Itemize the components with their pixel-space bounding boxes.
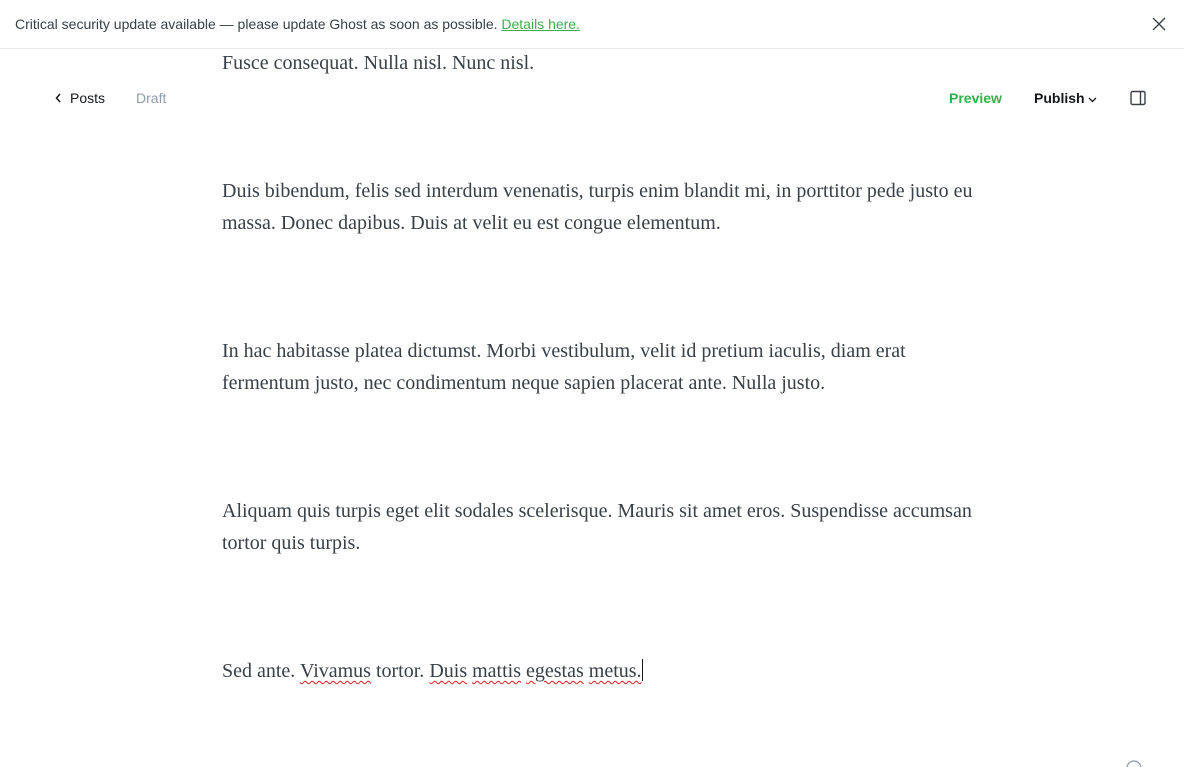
help-icon[interactable] <box>1126 760 1142 767</box>
publish-button[interactable]: Publish <box>1034 90 1097 106</box>
misspelled-word[interactable]: egestas <box>526 660 584 682</box>
text-segment: tortor. <box>370 660 430 682</box>
close-icon[interactable] <box>1152 17 1166 31</box>
misspelled-word[interactable]: Vivamus <box>300 660 371 682</box>
editor-header-left: Posts Draft <box>55 90 166 106</box>
chevron-left-icon <box>55 93 61 103</box>
paragraph-2[interactable]: Duis bibendum, felis sed interdum venena… <box>222 175 982 239</box>
preview-button[interactable]: Preview <box>949 90 1002 106</box>
paragraph-4[interactable]: Aliquam quis turpis eget elit sodales sc… <box>222 495 982 559</box>
banner-message: Critical security update available — ple… <box>15 16 580 32</box>
publish-label: Publish <box>1034 90 1085 106</box>
misspelled-word[interactable]: metus. <box>589 660 642 682</box>
security-update-banner: Critical security update available — ple… <box>0 0 1184 49</box>
back-label: Posts <box>70 90 106 106</box>
misspelled-word[interactable]: mattis <box>472 660 521 682</box>
text-segment: Sed ante. <box>222 660 300 682</box>
details-link[interactable]: Details here. <box>501 16 580 32</box>
chevron-down-icon <box>1088 97 1097 102</box>
sidebar-toggle-icon[interactable] <box>1130 90 1146 106</box>
misspelled-word[interactable]: Duis <box>429 660 467 682</box>
paragraph-1[interactable]: Fusce consequat. Nulla nisl. Nunc nisl. <box>222 47 534 79</box>
back-to-posts-link[interactable]: Posts <box>55 90 105 106</box>
post-status: Draft <box>136 90 167 106</box>
paragraph-5[interactable]: Sed ante. Vivamus tortor. Duis mattis eg… <box>222 655 643 687</box>
text-caret <box>641 659 643 681</box>
paragraph-3[interactable]: In hac habitasse platea dictumst. Morbi … <box>222 335 982 399</box>
banner-message-text: Critical security update available — ple… <box>15 16 502 32</box>
